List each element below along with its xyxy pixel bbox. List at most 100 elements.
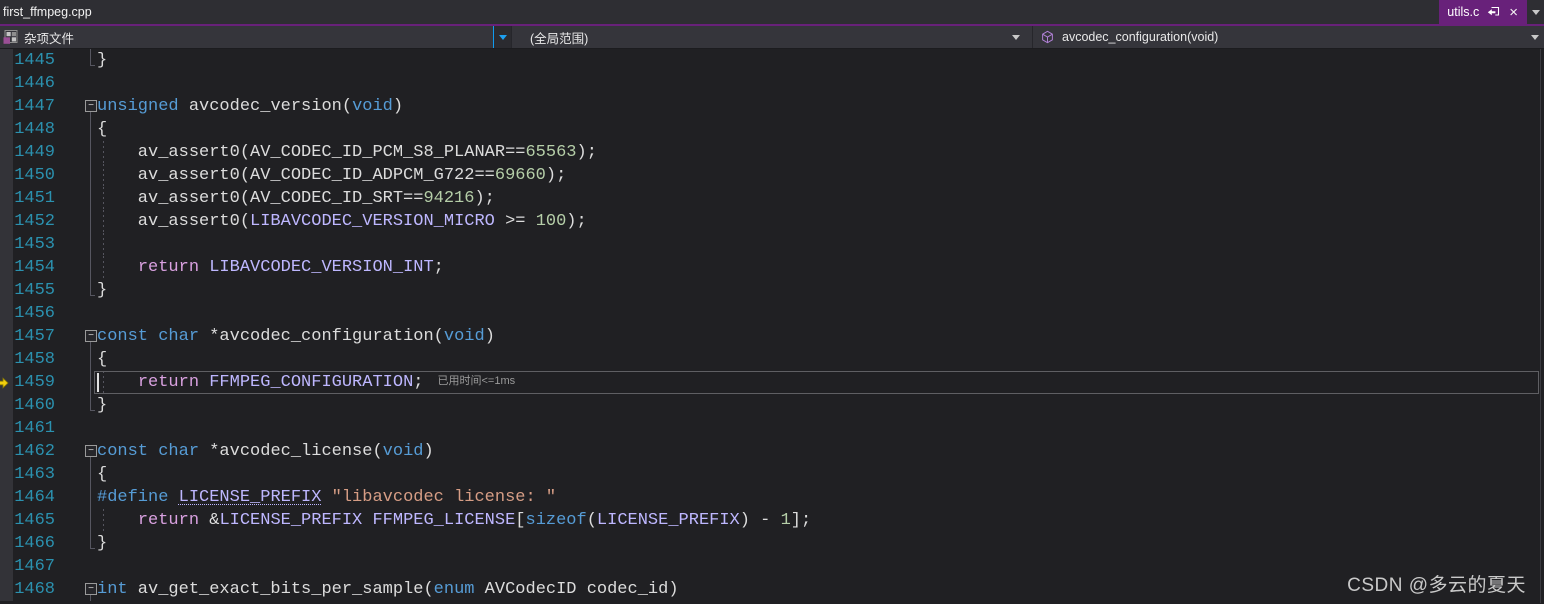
- code-token: );: [566, 212, 587, 231]
- code-text[interactable]: av_assert0(AV_CODEC_ID_ADPCM_G722==69660…: [61, 164, 1544, 187]
- line-number[interactable]: 1457: [13, 325, 61, 348]
- breakpoint-margin[interactable]: [0, 440, 13, 463]
- breakpoint-margin[interactable]: [0, 325, 13, 348]
- indent-guide: [90, 210, 91, 233]
- code-text[interactable]: #define LICENSE_PREFIX "libavcodec licen…: [61, 486, 1544, 509]
- breakpoint-margin[interactable]: [0, 578, 13, 601]
- code-text[interactable]: return &LICENSE_PREFIX FFMPEG_LICENSE[si…: [61, 509, 1544, 532]
- breakpoint-margin[interactable]: [0, 394, 13, 417]
- code-text[interactable]: }: [61, 394, 1544, 417]
- code-text[interactable]: av_assert0(AV_CODEC_ID_PCM_S8_PLANAR==65…: [61, 141, 1544, 164]
- line-number[interactable]: 1448: [13, 118, 61, 141]
- perf-tip[interactable]: 已用时间<=1ms: [437, 375, 515, 387]
- line-number[interactable]: 1458: [13, 348, 61, 371]
- line-number[interactable]: 1453: [13, 233, 61, 256]
- line-number[interactable]: 1447: [13, 95, 61, 118]
- code-token: av_assert0(AV_CODEC_ID_ADPCM_G722==: [97, 166, 495, 185]
- code-text[interactable]: }: [61, 49, 1544, 72]
- fold-collapse-button[interactable]: −: [85, 100, 97, 112]
- code-text[interactable]: return LIBAVCODEC_VERSION_INT;: [61, 256, 1544, 279]
- tab-first-ffmpeg-cpp[interactable]: first_ffmpeg.cpp: [0, 0, 104, 24]
- project-dropdown-arrow-button[interactable]: [493, 26, 511, 48]
- code-line: 1464 #define LICENSE_PREFIX "libavcodec l…: [0, 486, 1544, 509]
- code-text[interactable]: av_assert0(LIBAVCODEC_VERSION_MICRO >= 1…: [61, 210, 1544, 233]
- code-line: 1461: [0, 417, 1544, 440]
- code-text[interactable]: [61, 417, 1544, 440]
- close-icon[interactable]: ×: [1508, 5, 1519, 20]
- breakpoint-margin[interactable]: [0, 256, 13, 279]
- breakpoint-margin[interactable]: [0, 463, 13, 486]
- line-number[interactable]: 1468: [13, 578, 61, 601]
- line-number[interactable]: 1467: [13, 555, 61, 578]
- breakpoint-margin[interactable]: [0, 164, 13, 187]
- line-number[interactable]: 1451: [13, 187, 61, 210]
- code-line: 1462− const char *avcodec_license(void): [0, 440, 1544, 463]
- code-editor[interactable]: 1445} 1446 1447− unsigned avcodec_version(v…: [0, 49, 1544, 603]
- line-number[interactable]: 1466: [13, 532, 61, 555]
- breakpoint-margin[interactable]: [0, 210, 13, 233]
- breakpoint-margin[interactable]: [0, 141, 13, 164]
- breakpoint-margin[interactable]: [0, 532, 13, 555]
- project-dropdown[interactable]: 杂项文件: [0, 26, 511, 48]
- breakpoint-margin[interactable]: [0, 509, 13, 532]
- code-text[interactable]: av_assert0(AV_CODEC_ID_SRT==94216);: [61, 187, 1544, 210]
- code-text[interactable]: }: [61, 279, 1544, 302]
- code-text[interactable]: − const char *avcodec_configuration(void): [61, 325, 1544, 348]
- code-token: LIBAVCODEC_VERSION_INT: [209, 258, 434, 277]
- line-number[interactable]: 1462: [13, 440, 61, 463]
- breakpoint-margin[interactable]: [0, 486, 13, 509]
- line-number[interactable]: 1446: [13, 72, 61, 95]
- indent-guide: [103, 233, 104, 256]
- line-number[interactable]: 1454: [13, 256, 61, 279]
- breakpoint-margin[interactable]: [0, 187, 13, 210]
- line-number[interactable]: 1465: [13, 509, 61, 532]
- member-dropdown[interactable]: avcodec_configuration(void): [1032, 26, 1544, 48]
- scope-dropdown[interactable]: (全局范围): [511, 26, 1032, 48]
- breakpoint-margin[interactable]: [0, 49, 13, 72]
- line-number[interactable]: 1456: [13, 302, 61, 325]
- code-text[interactable]: [61, 72, 1544, 95]
- code-text[interactable]: return FFMPEG_CONFIGURATION; 已用时间<=1ms: [61, 371, 1544, 394]
- breakpoint-margin[interactable]: [0, 118, 13, 141]
- line-number[interactable]: 1450: [13, 164, 61, 187]
- keep-open-icon[interactable]: [1487, 6, 1500, 18]
- line-number[interactable]: 1459: [13, 371, 61, 394]
- code-token: >=: [494, 212, 536, 231]
- breakpoint-margin[interactable]: [0, 348, 13, 371]
- fold-collapse-button[interactable]: −: [85, 445, 97, 457]
- line-number[interactable]: 1452: [13, 210, 61, 233]
- indent-guide: [103, 164, 104, 187]
- line-number[interactable]: 1463: [13, 463, 61, 486]
- code-text[interactable]: − const char *avcodec_license(void): [61, 440, 1544, 463]
- tab-utils-c-preview[interactable]: utils.c ×: [1439, 0, 1527, 24]
- line-number[interactable]: 1449: [13, 141, 61, 164]
- code-text[interactable]: [61, 233, 1544, 256]
- breakpoint-margin[interactable]: [0, 95, 13, 118]
- breakpoint-margin[interactable]: [0, 233, 13, 256]
- code-text[interactable]: [61, 555, 1544, 578]
- line-number[interactable]: 1460: [13, 394, 61, 417]
- code-text[interactable]: − int av_get_exact_bits_per_sample(enum A…: [61, 578, 1544, 601]
- breakpoint-margin[interactable]: [0, 417, 13, 440]
- breakpoint-margin[interactable]: [0, 555, 13, 578]
- fold-collapse-button[interactable]: −: [85, 583, 97, 595]
- code-token: LICENSE_PREFIX: [178, 488, 322, 507]
- code-text[interactable]: }: [61, 532, 1544, 555]
- line-number[interactable]: 1445: [13, 49, 61, 72]
- fold-collapse-button[interactable]: −: [85, 330, 97, 342]
- breakpoint-margin[interactable]: [0, 72, 13, 95]
- breakpoint-margin[interactable]: [0, 371, 13, 394]
- line-number[interactable]: 1455: [13, 279, 61, 302]
- code-text[interactable]: {: [61, 463, 1544, 486]
- code-text[interactable]: [61, 302, 1544, 325]
- line-number[interactable]: 1464: [13, 486, 61, 509]
- tab-list-chevron-button[interactable]: [1527, 0, 1544, 24]
- code-text[interactable]: {: [61, 348, 1544, 371]
- code-text[interactable]: − unsigned avcodec_version(void): [61, 95, 1544, 118]
- indent-guide: [103, 187, 104, 210]
- breakpoint-margin[interactable]: [0, 279, 13, 302]
- breakpoint-margin[interactable]: [0, 302, 13, 325]
- code-text[interactable]: {: [61, 118, 1544, 141]
- line-number[interactable]: 1461: [13, 417, 61, 440]
